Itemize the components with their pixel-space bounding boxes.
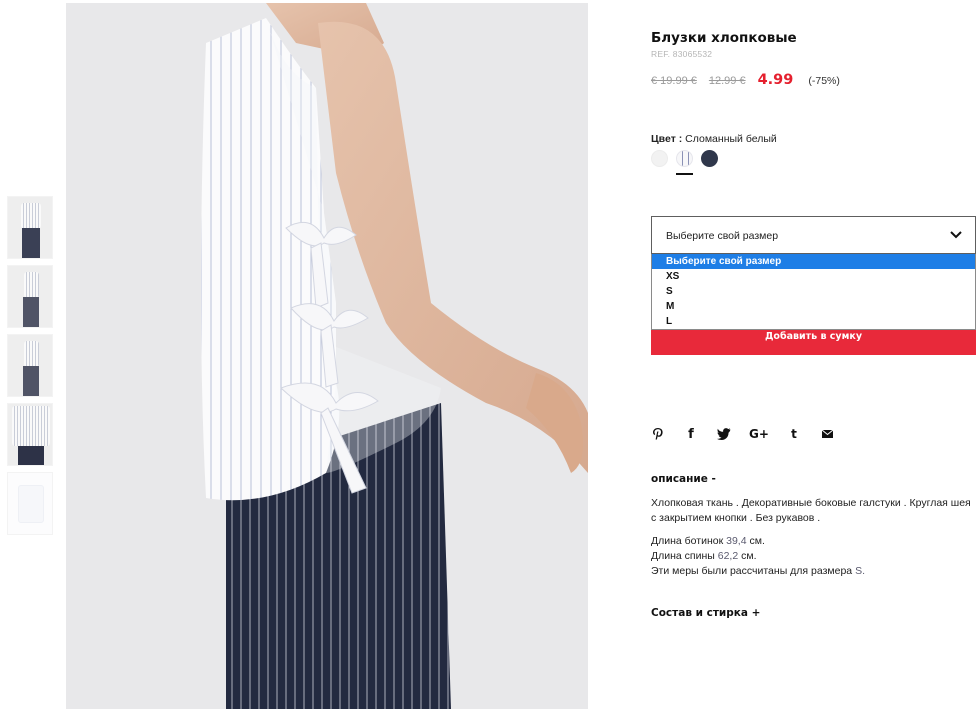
description-body: Хлопковая ткань . Декоративные боковые г… [651,496,971,579]
color-value: Сломанный белый [685,133,777,145]
size-select-value: Выберите свой размер [666,230,779,242]
product-photo-illustration [66,3,588,709]
measure-back-length: Длина спины 62,2 см. [651,549,971,564]
swatch-striped[interactable] [676,150,693,175]
social-share-row: f G+ t [651,427,853,442]
back-length-value: 62,2 [717,550,739,562]
chevron-down-icon [950,231,962,239]
pinterest-glyph [653,428,663,440]
color-swatches [651,150,977,175]
boot-length-value: 39,4 [726,535,747,547]
twitter-glyph [717,428,731,440]
pinterest-icon[interactable] [651,427,665,441]
size-select[interactable]: Выберите свой размер [651,216,976,254]
thumbnail-1[interactable] [7,196,53,259]
back-length-label: Длина спины [651,550,715,562]
color-label: Цвет : [651,133,683,145]
size-option-l[interactable]: L [652,314,975,329]
thumbnail-3[interactable] [7,334,53,397]
color-selector: Цвет : Сломанный белый [651,133,977,175]
product-reference: REF. 83065532 [651,49,713,59]
size-dropdown-list: Выберите свой размер XS S M L [651,254,976,330]
measure-size-note: Эти меры были рассчитаны для размера S. [651,564,971,579]
thumbnail-strip [7,196,53,541]
google-plus-icon[interactable]: G+ [749,427,769,441]
previous-price: 12.99 € [708,75,746,87]
thumbnail-top [24,272,39,298]
thumbnail-top [18,485,44,523]
thumbnail-pants [18,446,44,465]
product-title: Блузки хлопковые [651,30,797,46]
product-info-panel: Блузки хлопковые REF. 83065532 € 19.99 €… [651,30,977,175]
description-text: Хлопковая ткань . Декоративные боковые г… [651,497,971,524]
description-toggle[interactable]: описание - [651,473,716,485]
boot-length-label: Длина ботинок [651,535,724,547]
thumbnail-pants [23,297,39,327]
thumbnail-top [12,406,50,446]
thumbnail-4[interactable] [7,403,53,466]
boot-length-unit: см. [749,535,765,547]
product-main-image[interactable] [66,3,588,709]
sale-price: 4.99 [757,72,794,88]
color-label-row: Цвет : Сломанный белый [651,133,977,145]
size-note-value: S. [855,565,865,577]
size-option-placeholder[interactable]: Выберите свой размер [652,254,975,269]
envelope-glyph [821,430,833,438]
email-icon[interactable] [820,427,834,441]
thumbnail-pants [23,366,39,396]
price-row: € 19.99 € 12.99 € 4.99 (-75%) [651,72,977,88]
thumbnail-2[interactable] [7,265,53,328]
facebook-icon[interactable]: f [684,427,698,442]
swatch-white[interactable] [651,150,668,167]
thumbnail-top [21,203,41,229]
back-length-unit: см. [741,550,757,562]
thumbnail-top [24,341,39,367]
size-option-xs[interactable]: XS [652,269,975,284]
original-price: € 19.99 € [651,75,697,87]
tumblr-icon[interactable]: t [787,427,801,441]
thumbnail-pants [22,228,40,258]
size-option-s[interactable]: S [652,284,975,299]
selected-swatch-indicator [676,173,693,175]
discount-badge: (-75%) [808,75,840,87]
size-option-m[interactable]: M [652,299,975,314]
thumbnail-5[interactable] [7,472,53,535]
swatch-navy[interactable] [701,150,718,167]
composition-toggle[interactable]: Состав и стирка + [651,607,760,619]
measure-boot-length: Длина ботинок 39,4 см. [651,534,971,549]
twitter-icon[interactable] [717,427,731,441]
add-to-bag-button[interactable]: Добавить в сумку [651,330,976,355]
size-note-label: Эти меры были рассчитаны для размера [651,565,853,577]
